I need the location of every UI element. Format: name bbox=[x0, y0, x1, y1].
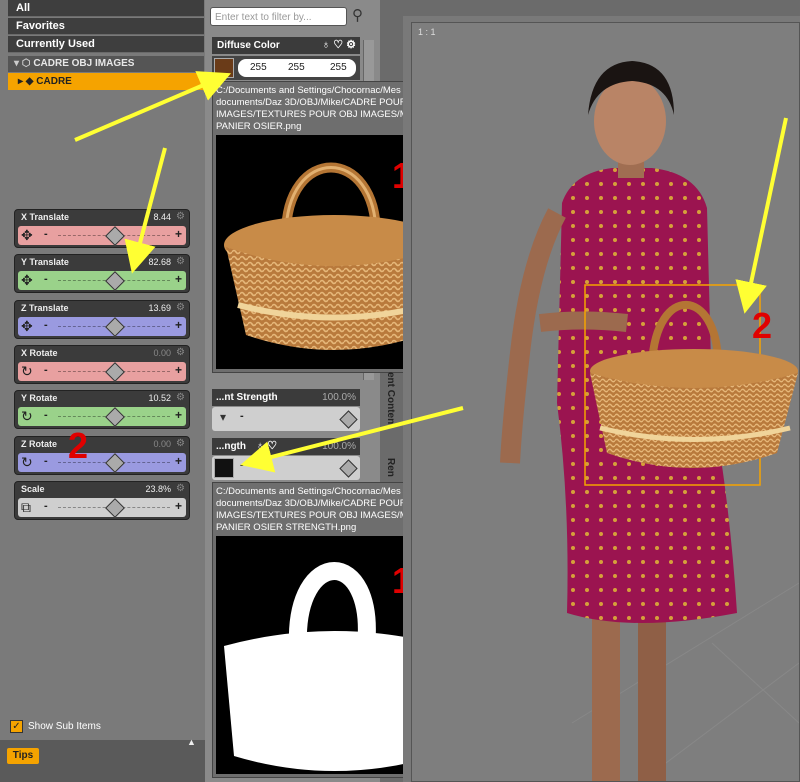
arrow-to-length-thumbnail bbox=[240, 406, 464, 473]
arrow-to-y-translate bbox=[124, 147, 167, 274]
arrow-to-basket bbox=[735, 117, 788, 314]
annotation-arrows bbox=[74, 71, 788, 473]
arrow-to-thumbnail bbox=[74, 71, 232, 142]
